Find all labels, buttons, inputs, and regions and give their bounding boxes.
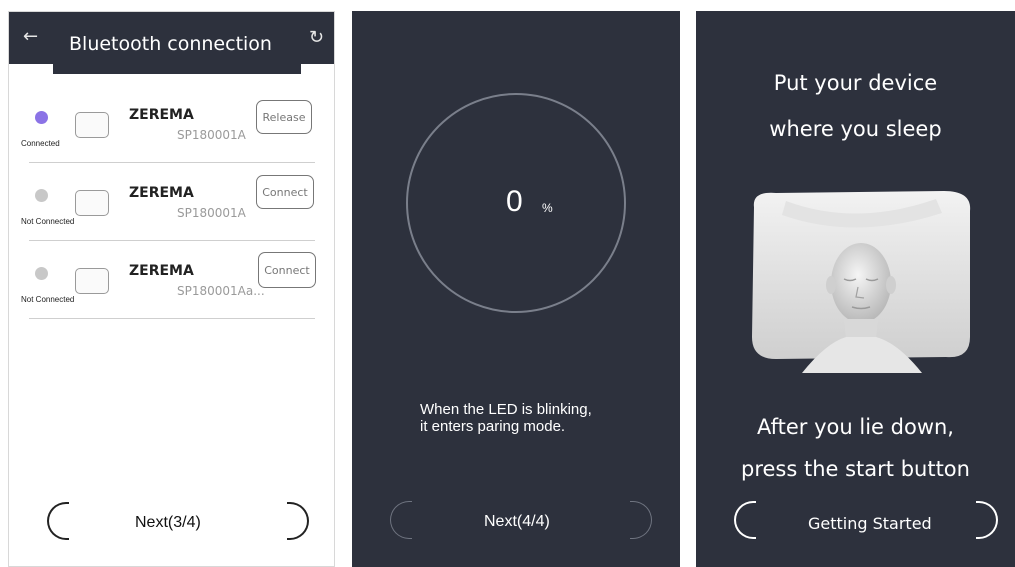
nav-right-bracket [976, 501, 998, 539]
connect-button[interactable]: Connect [258, 252, 316, 288]
page-title: Bluetooth connection [69, 33, 272, 55]
nav-left-bracket [390, 501, 412, 539]
pillow-icon [75, 268, 109, 294]
device-serial: SP180001A [177, 206, 246, 220]
pillow-icon [75, 112, 109, 138]
device-serial: SP180001A [177, 128, 246, 142]
connection-status-label: Not Connected [21, 295, 75, 304]
device-name: ZEREMA [129, 107, 194, 123]
pairing-instructions: When the LED is blinking, it enters pari… [420, 401, 592, 435]
progress-value: 0 [506, 185, 523, 218]
release-button[interactable]: Release [256, 100, 312, 134]
info-line: it enters paring mode. [420, 418, 566, 435]
back-arrow-icon[interactable]: ← [23, 26, 38, 47]
connection-status-label: Connected [21, 139, 60, 148]
next-button[interactable]: Next(3/4) [135, 514, 201, 532]
device-serial: SP180001Aa... [177, 284, 265, 298]
connection-status-label: Not Connected [21, 217, 75, 226]
getting-started-button[interactable]: Getting Started [808, 514, 932, 533]
refresh-icon[interactable]: ↻ [309, 27, 324, 48]
nav-left-bracket [734, 501, 756, 539]
nav-right-bracket [630, 501, 652, 539]
connection-status-dot [35, 267, 48, 280]
connection-status-dot [35, 111, 48, 124]
bottom-instruction-line: After you lie down, [757, 415, 954, 439]
instruction-title-line: Put your device [773, 71, 938, 95]
info-line: When the LED is blinking, [420, 401, 592, 418]
next-button[interactable]: Next(4/4) [484, 513, 550, 531]
connect-button[interactable]: Connect [256, 175, 314, 209]
bluetooth-connection-screen: ← Bluetooth connection ↻ Connected ZEREM… [8, 11, 335, 567]
nav-left-bracket [47, 502, 69, 540]
device-name: ZEREMA [129, 185, 194, 201]
pairing-progress-screen: 0 % When the LED is blinking, it enters … [352, 11, 680, 567]
device-row: Connected ZEREMA SP180001A Release [21, 84, 315, 163]
device-name: ZEREMA [129, 263, 194, 279]
pillow-with-head-illustration [746, 187, 976, 377]
device-row: Not Connected ZEREMA SP180001A Connect [21, 162, 315, 241]
bottom-instruction-line: press the start button [741, 457, 970, 481]
connection-status-dot [35, 189, 48, 202]
instruction-title-line: where you sleep [769, 117, 942, 141]
nav-right-bracket [287, 502, 309, 540]
device-row: Not Connected ZEREMA SP180001Aa... Conne… [21, 240, 316, 319]
pillow-icon [75, 190, 109, 216]
progress-unit: % [542, 201, 553, 215]
getting-started-screen: Put your device where you sleep After yo… [696, 11, 1015, 567]
